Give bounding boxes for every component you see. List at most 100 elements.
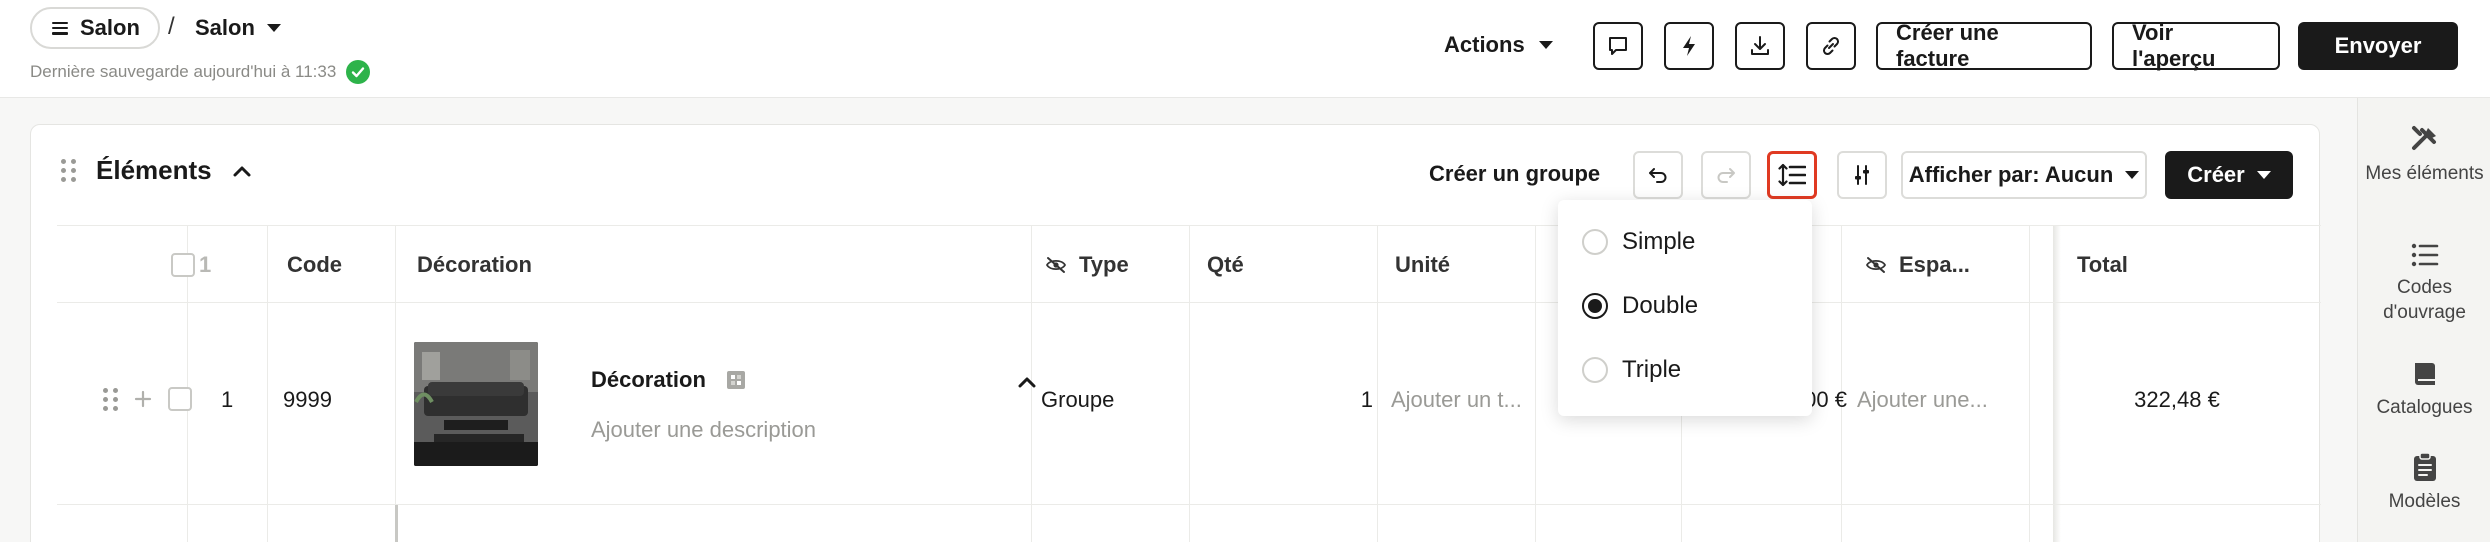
actions-dropdown[interactable]: Actions xyxy=(1444,22,1553,68)
book-icon xyxy=(2414,363,2435,385)
breadcrumb-current-label: Salon xyxy=(195,15,255,40)
elements-card: Éléments Créer un groupe Afficher par: A… xyxy=(30,124,2321,542)
line-spacing-button[interactable] xyxy=(1767,151,1817,199)
sidebar-item-my-elements[interactable]: Mes éléments xyxy=(2358,124,2490,187)
chevron-up-icon[interactable] xyxy=(1017,375,1037,389)
sidebar-item-catalogs[interactable]: Catalogues xyxy=(2358,360,2490,421)
sidebar-item-label: Mes éléments xyxy=(2365,163,2484,184)
display-by-label: Afficher par: Aucun xyxy=(1908,162,2114,187)
row-title-cell[interactable]: Décoration xyxy=(591,367,746,393)
row-qty[interactable]: 1 xyxy=(1183,387,1373,413)
save-status: Dernière sauvegarde aujourd'hui à 11:33 xyxy=(30,60,371,84)
drag-handle-icon[interactable] xyxy=(61,159,76,182)
create-group-button[interactable]: Créer un groupe xyxy=(1429,161,1600,187)
spacing-option-label: Double xyxy=(1622,292,1699,319)
chevron-down-icon xyxy=(266,24,281,32)
sidebar-item-label: Catalogues xyxy=(2376,397,2473,418)
spacing-option-simple[interactable]: Simple xyxy=(1582,222,1695,262)
column-header-type-label: Type xyxy=(1079,252,1129,277)
undo-button[interactable] xyxy=(1633,151,1683,199)
row-type[interactable]: Groupe xyxy=(1041,387,1114,413)
column-header-index[interactable]: 1 xyxy=(199,226,211,304)
row-unit-placeholder[interactable]: Ajouter un t... xyxy=(1391,387,1522,413)
breadcrumb-current-button[interactable]: Salon xyxy=(195,7,281,49)
line-spacing-menu: Simple Double Triple xyxy=(1558,200,1812,416)
send-button[interactable]: Envoyer xyxy=(2298,22,2458,70)
column-header-decoration[interactable]: Décoration xyxy=(417,226,532,304)
column-header-unit[interactable]: Unité xyxy=(1395,226,1450,304)
drag-handle-icon[interactable] xyxy=(103,387,118,411)
automation-button[interactable] xyxy=(1664,22,1714,70)
display-by-select[interactable]: Afficher par: Aucun xyxy=(1901,151,2147,199)
row-thumbnail xyxy=(414,342,538,466)
row-handles xyxy=(103,387,192,411)
actions-label: Actions xyxy=(1444,32,1525,57)
column-header-qty[interactable]: Qté xyxy=(1207,226,1244,304)
row-index: 1 xyxy=(221,387,234,412)
tools-icon xyxy=(2411,126,2436,150)
sliders-icon xyxy=(1855,165,1869,185)
column-header-space[interactable]: Espa... xyxy=(1865,226,1970,304)
select-all-checkbox[interactable] xyxy=(171,253,195,277)
chevron-down-icon xyxy=(2256,171,2271,179)
right-sidebar: Mes éléments Codes d'ouvrage Catalogues … xyxy=(2357,98,2490,542)
comment-icon xyxy=(1609,37,1627,55)
save-status-text: Dernière sauvegarde aujourd'hui à 11:33 xyxy=(30,62,337,81)
sidebar-item-templates[interactable]: Modèles xyxy=(2358,452,2490,515)
column-settings-button[interactable] xyxy=(1837,151,1887,199)
link-button[interactable] xyxy=(1806,22,1856,70)
spacing-option-double[interactable]: Double xyxy=(1582,286,1698,326)
section-header: Éléments xyxy=(61,155,252,186)
spacing-option-label: Simple xyxy=(1622,228,1696,255)
table-header: 1 Code Décoration Type Qté Unité Espa...… xyxy=(57,225,2321,303)
list-icon xyxy=(2411,243,2438,267)
create-button[interactable]: Créer xyxy=(2165,151,2293,199)
row-title: Décoration xyxy=(591,367,706,392)
row-description-placeholder[interactable]: Ajouter une description xyxy=(591,417,816,443)
download-icon xyxy=(1751,36,1769,55)
redo-button[interactable] xyxy=(1701,151,1751,199)
sidebar-item-label: Modèles xyxy=(2388,491,2461,512)
table-row[interactable]: 1 9999 Décoration Ajouter une descriptio… xyxy=(57,303,2321,505)
clipboard-icon xyxy=(2413,452,2436,481)
breadcrumb-root-label: Salon xyxy=(80,15,140,40)
row-checkbox[interactable] xyxy=(168,387,192,411)
undo-icon xyxy=(1649,168,1667,183)
preview-button[interactable]: Voir l'aperçu xyxy=(2112,20,2280,71)
link-icon xyxy=(1822,36,1840,56)
create-invoice-button[interactable]: Créer une facture xyxy=(1876,20,2092,71)
menu-icon xyxy=(52,21,68,35)
download-button[interactable] xyxy=(1735,22,1785,70)
radio-double[interactable] xyxy=(1582,293,1608,319)
chevron-up-icon[interactable] xyxy=(232,164,252,178)
eye-off-icon xyxy=(1865,257,1887,273)
row-total: 322,48 € xyxy=(2134,387,2220,412)
section-title: Éléments xyxy=(96,155,212,185)
create-label: Créer xyxy=(2187,162,2245,187)
chevron-down-icon xyxy=(2125,171,2140,179)
sidebar-item-work-codes[interactable]: Codes d'ouvrage xyxy=(2358,242,2490,325)
group-icon xyxy=(726,371,745,389)
column-header-space-label: Espa... xyxy=(1899,252,1970,277)
select-all-checkbox-cell xyxy=(171,226,195,304)
redo-icon xyxy=(1717,168,1735,183)
row-code[interactable]: 9999 xyxy=(283,387,332,413)
column-header-type[interactable]: Type xyxy=(1045,226,1129,304)
column-header-total[interactable]: Total xyxy=(2077,226,2128,304)
radio-triple[interactable] xyxy=(1582,357,1608,383)
comment-button[interactable] xyxy=(1593,22,1643,70)
check-icon xyxy=(346,60,371,84)
plus-icon[interactable] xyxy=(134,390,152,408)
line-spacing-icon xyxy=(1778,163,1806,187)
breadcrumb-root-button[interactable]: Salon xyxy=(30,7,160,49)
column-header-code[interactable]: Code xyxy=(287,226,342,304)
lightning-icon xyxy=(1683,36,1695,56)
column-resize-handle[interactable] xyxy=(395,505,398,542)
top-bar: Salon / Salon Dernière sauvegarde aujour… xyxy=(0,0,2490,98)
radio-simple[interactable] xyxy=(1582,229,1608,255)
breadcrumb-separator: / xyxy=(168,13,175,40)
row-space-placeholder[interactable]: Ajouter une... xyxy=(1857,387,1988,413)
spacing-option-triple[interactable]: Triple xyxy=(1582,350,1681,390)
eye-off-icon xyxy=(1045,257,1067,273)
sidebar-item-label: Codes d'ouvrage xyxy=(2383,277,2466,323)
